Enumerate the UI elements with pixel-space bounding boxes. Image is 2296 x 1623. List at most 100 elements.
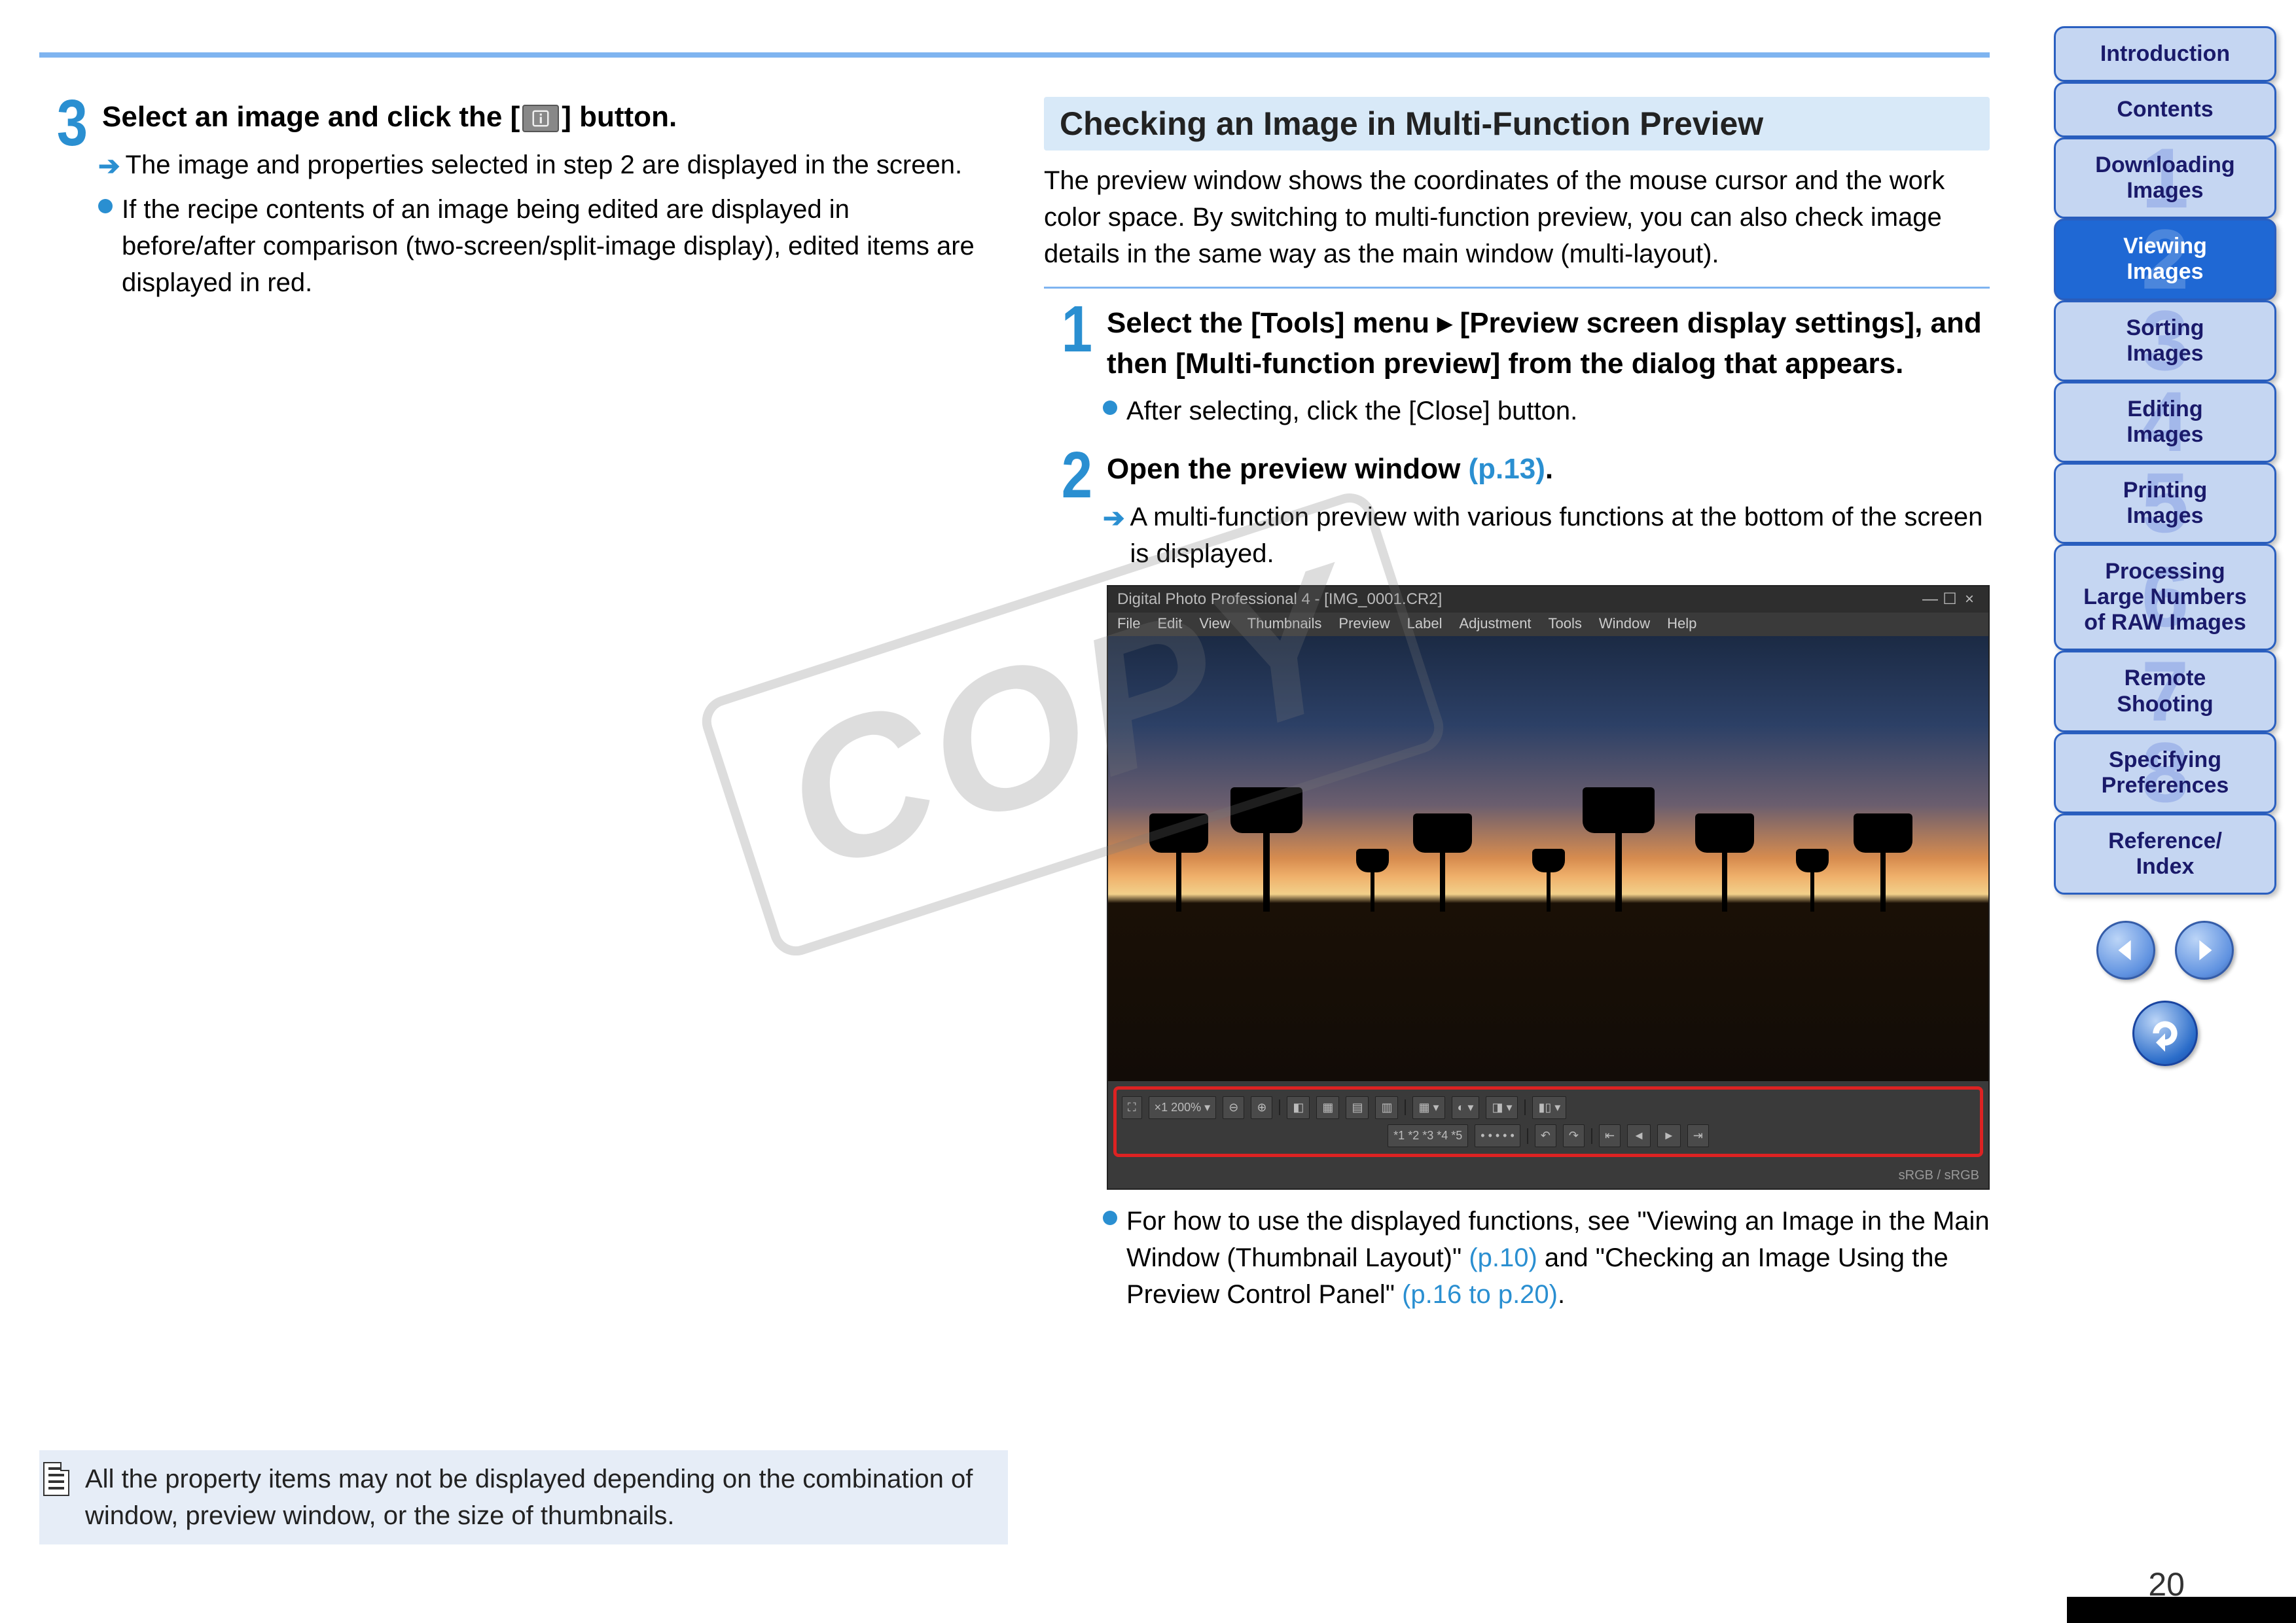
nav-remote-shooting[interactable]: 7Remote Shooting: [2054, 651, 2276, 732]
app-canvas: [1108, 636, 1988, 1081]
nav-downloading-images[interactable]: 1Downloading Images: [2054, 137, 2276, 219]
checkmark: • • • • •: [1475, 1124, 1520, 1147]
step-3-result-text: The image and properties selected in ste…: [126, 147, 963, 185]
prev-page-button[interactable]: [2096, 921, 2155, 980]
step-1-bullet-text: After selecting, click the [Close] butto…: [1126, 393, 1577, 429]
menu-item: Tools: [1549, 614, 1582, 634]
step-1-number: 1: [1048, 303, 1092, 429]
grid-icon: ▦ ▾: [1412, 1096, 1444, 1119]
nav-sorting-images[interactable]: 3Sorting Images: [2054, 300, 2276, 382]
step-2-title-prefix: Open the preview window: [1107, 453, 1469, 485]
zoom-in-icon: ⊕: [1251, 1096, 1272, 1119]
nav-label: Downloading Images: [2062, 152, 2268, 204]
note-icon: [43, 1462, 69, 1496]
pager-controls: [2054, 921, 2276, 980]
layout-icon: ▦: [1316, 1096, 1339, 1119]
step-1-title: Select the [Tools] menu ▸ [Preview scree…: [1107, 303, 1990, 383]
section-intro: The preview window shows the coordinates…: [1044, 162, 1990, 272]
nav-label: Editing Images: [2062, 397, 2268, 448]
menu-item: Window: [1599, 614, 1650, 634]
step-2-number: 2: [1048, 449, 1092, 1313]
rotate-right-icon: ↷: [1563, 1124, 1585, 1147]
layout-icon: ▥: [1375, 1096, 1398, 1119]
step-3-result: ➔ The image and properties selected in s…: [98, 147, 985, 185]
colorspace-status: sRGB / sRGB: [1899, 1166, 1979, 1185]
page-link-16-20[interactable]: (p.16 to p.20): [1402, 1280, 1558, 1309]
bullet-icon: [1103, 1211, 1117, 1225]
zoom-select: ×1 200% ▾: [1149, 1096, 1217, 1119]
step-3-note-text: If the recipe contents of an image being…: [122, 191, 985, 301]
nav-label: Sorting Images: [2062, 315, 2268, 366]
note-box: All the property items may not be displa…: [39, 1450, 1008, 1544]
footer-text-end: .: [1558, 1280, 1565, 1309]
prev-icon: ⇤: [1599, 1124, 1621, 1147]
step-2-result-text: A multi-function preview with various fu…: [1130, 499, 1990, 572]
menu-item: Edit: [1157, 614, 1182, 634]
page-link-10[interactable]: (p.10): [1469, 1243, 1537, 1272]
nav-label: Reference/ Index: [2062, 829, 2268, 880]
step-3: 3 Select an image and click the [] butto…: [39, 97, 985, 301]
app-statusbar: sRGB / sRGB: [1108, 1162, 1988, 1188]
nav-reference-index[interactable]: Reference/ Index: [2054, 813, 2276, 895]
nav-label: Specifying Preferences: [2062, 747, 2268, 798]
preview-window-screenshot: Digital Photo Professional 4 - [IMG_0001…: [1107, 585, 1990, 1190]
nav-label: Printing Images: [2062, 478, 2268, 529]
return-button[interactable]: [2132, 1001, 2198, 1066]
rating-buttons: *1 *2 *3 *4 *5: [1388, 1124, 1468, 1147]
step-2-title-suffix: .: [1545, 453, 1553, 485]
arrow-icon: ➔: [1103, 500, 1125, 572]
fit-icon: ⛶: [1122, 1096, 1142, 1119]
menu-item: File: [1117, 614, 1140, 634]
thin-rule: [1044, 287, 1990, 289]
step-2-title: Open the preview window (p.13).: [1107, 449, 1990, 490]
step-1: 1 Select the [Tools] menu ▸ [Preview scr…: [1044, 303, 1990, 429]
app-menubar: File Edit View Thumbnails Preview Label …: [1108, 613, 1988, 636]
nav-printing-images[interactable]: 5Printing Images: [2054, 463, 2276, 544]
zoom-out-icon: ⊖: [1223, 1096, 1244, 1119]
nav-label: Introduction: [2062, 41, 2268, 67]
minimize-icon: —: [1920, 588, 1940, 611]
step-2-result: ➔ A multi-function preview with various …: [1103, 499, 1990, 572]
histogram-icon: ◨ ▾: [1486, 1096, 1518, 1119]
menu-item: Adjustment: [1459, 614, 1531, 634]
bullet-icon: [1103, 401, 1117, 415]
step-3-number: 3: [43, 97, 88, 301]
multi-function-toolbar: ⛶ ×1 200% ▾ ⊖ ⊕ ◧ ▦ ▤ ▥ ▦ ▾: [1113, 1086, 1983, 1157]
step-3-title: Select an image and click the [] button.: [102, 97, 985, 137]
layout-icon: ◧: [1287, 1096, 1310, 1119]
nav-processing-large-numbers-of-raw-images[interactable]: 6Processing Large Numbers of RAW Images: [2054, 544, 2276, 651]
step-3-title-suffix: ] button.: [562, 101, 677, 133]
window-buttons: —☐×: [1920, 588, 1979, 611]
app-titlebar: Digital Photo Professional 4 - [IMG_0001…: [1108, 586, 1988, 613]
maximize-icon: ☐: [1940, 588, 1960, 611]
nav-label: Contents: [2062, 97, 2268, 122]
page-link-13[interactable]: (p.13): [1469, 453, 1545, 485]
menu-item: Preview: [1338, 614, 1390, 634]
top-rule: [39, 52, 1990, 58]
step-2: 2 Open the preview window (p.13). ➔ A mu…: [1044, 449, 1990, 1313]
step-2-footer: For how to use the displayed functions, …: [1103, 1203, 1990, 1313]
step-3-note: If the recipe contents of an image being…: [98, 191, 985, 301]
nav-editing-images[interactable]: 4Editing Images: [2054, 382, 2276, 463]
nav-contents[interactable]: Contents: [2054, 82, 2276, 137]
nav-introduction[interactable]: Introduction: [2054, 26, 2276, 82]
play-back-icon: ◄: [1627, 1124, 1651, 1147]
next-icon: ⇥: [1687, 1124, 1709, 1147]
menu-item: View: [1199, 614, 1230, 634]
next-page-button[interactable]: [2175, 921, 2234, 980]
arrow-icon: ➔: [98, 148, 120, 185]
info-icon: [522, 105, 559, 132]
nav-label: Processing Large Numbers of RAW Images: [2062, 559, 2268, 635]
nav-specifying-preferences[interactable]: 8Specifying Preferences: [2054, 732, 2276, 813]
nav-viewing-images[interactable]: 2Viewing Images: [2054, 219, 2276, 300]
left-column: 3 Select an image and click the [] butto…: [39, 97, 985, 1313]
play-fwd-icon: ►: [1657, 1124, 1681, 1147]
nav-label: Viewing Images: [2062, 234, 2268, 285]
app-title: Digital Photo Professional 4 - [IMG_0001…: [1117, 588, 1442, 611]
nav-label: Remote Shooting: [2062, 666, 2268, 717]
right-column: Checking an Image in Multi-Function Prev…: [1044, 97, 1990, 1313]
bullet-icon: [98, 199, 113, 213]
menu-item: Label: [1407, 614, 1443, 634]
layout-icon: ▤: [1346, 1096, 1369, 1119]
menu-item: Thumbnails: [1247, 614, 1322, 634]
